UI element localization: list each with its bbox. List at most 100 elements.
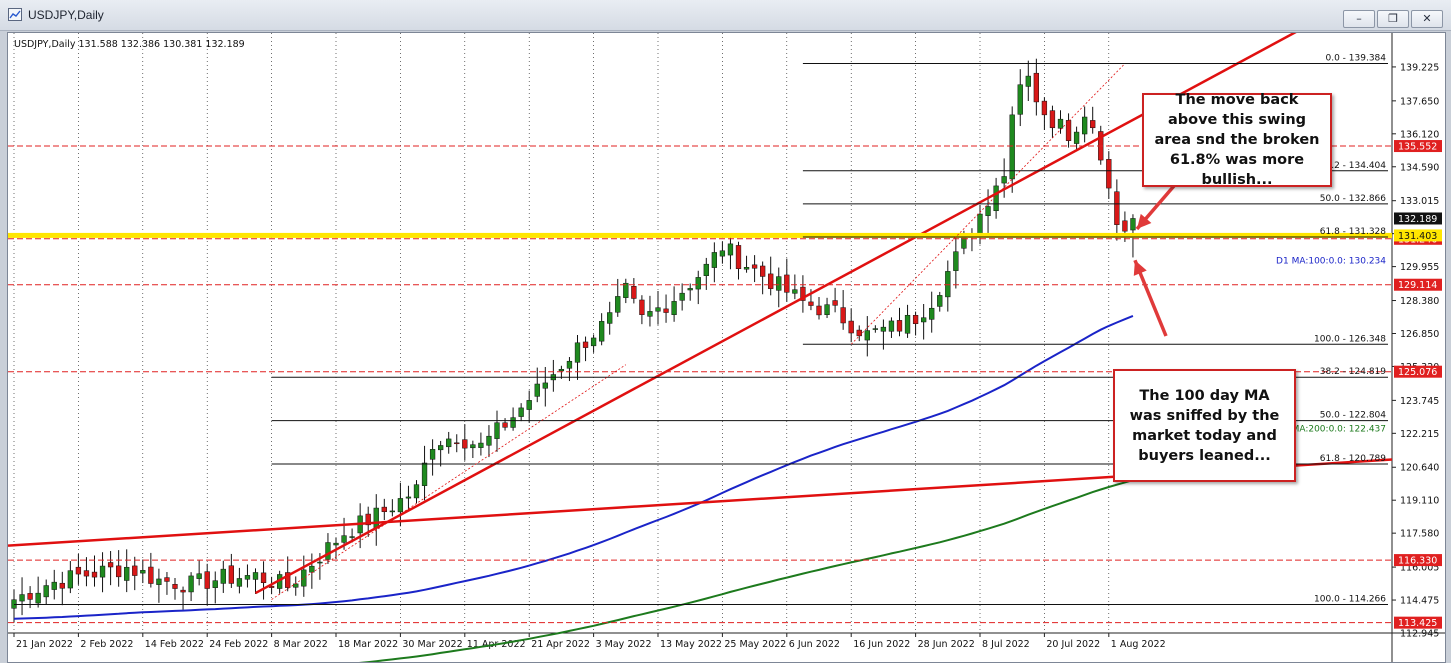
candle-body: [164, 577, 170, 582]
candle-body: [929, 307, 935, 320]
x-tick-label: 6 Jun 2022: [789, 639, 840, 650]
x-tick-label: 8 Jul 2022: [982, 639, 1030, 650]
price-label: 125.076: [1398, 367, 1437, 378]
candle-body: [220, 568, 226, 584]
candle-body: [1082, 116, 1088, 135]
x-tick-label: 25 May 2022: [724, 639, 786, 650]
x-tick-label: 21 Apr 2022: [531, 639, 590, 650]
price-label: 135.552: [1398, 142, 1437, 153]
candle-body: [623, 282, 629, 298]
price-label: 116.330: [1398, 556, 1437, 567]
candle-body: [470, 444, 476, 449]
y-tick-label: 136.120: [1400, 129, 1439, 140]
candle-body: [671, 301, 677, 315]
restore-button[interactable]: ❐: [1377, 10, 1409, 28]
candle-body: [204, 571, 210, 589]
candle-body: [727, 243, 734, 256]
candle-body: [1025, 75, 1031, 87]
ma200-line: [359, 479, 1134, 662]
chart-area[interactable]: 21 Jan 2022 2 Feb 2022 14 Feb 2022 24 Feb 2…: [7, 32, 1446, 663]
close-button[interactable]: ✕: [1411, 10, 1443, 28]
y-tick-label: 137.650: [1400, 96, 1439, 107]
candle-body: [526, 400, 532, 410]
x-tick-label: 18 Mar 2022: [338, 639, 398, 650]
candle-body: [921, 317, 927, 323]
y-tick-label: 139.225: [1400, 62, 1439, 73]
minimize-button[interactable]: –: [1343, 10, 1375, 28]
candle-body: [260, 572, 267, 584]
candle-body: [719, 250, 726, 257]
candle-body: [421, 462, 428, 486]
x-tick-label: 13 May 2022: [660, 639, 722, 650]
y-tick-label: 128.380: [1400, 296, 1439, 307]
candle-body: [252, 572, 259, 580]
candle-body: [1130, 218, 1136, 231]
candle-body: [985, 206, 991, 216]
candle-body: [792, 289, 798, 294]
x-tick-label: 28 Jun 2022: [918, 639, 975, 650]
candle-body: [542, 382, 548, 389]
candle-body: [816, 305, 822, 316]
candle-body: [446, 438, 452, 448]
candle-body: [502, 422, 508, 428]
candle-body: [172, 584, 178, 589]
candle-body: [993, 185, 999, 212]
candle-body: [751, 264, 758, 269]
candle-body: [695, 277, 701, 290]
fibo-level-label: 61.8 - 120.789: [1320, 454, 1386, 464]
fibo-level-label: 100.0 - 114.266: [1314, 595, 1386, 605]
candle-body: [389, 510, 396, 513]
fibo-level-label: 38.2 - 124.819: [1320, 367, 1386, 377]
candle-body: [735, 245, 742, 269]
candle-body: [11, 599, 17, 609]
candle-body: [83, 570, 90, 577]
x-tick-label: 20 Jul 2022: [1046, 639, 1100, 650]
price-label: 129.114: [1398, 280, 1437, 291]
x-tick-label: 30 Mar 2022: [402, 639, 462, 650]
candle-body: [349, 536, 355, 538]
x-tick-label: 21 Jan 2022: [16, 639, 73, 650]
candle-body: [1049, 110, 1056, 129]
candle-body: [639, 299, 645, 315]
candle-body: [429, 449, 436, 460]
candle-body: [188, 575, 194, 593]
candle-body: [107, 562, 114, 568]
fibo-level-label: 100.0 - 126.348: [1314, 334, 1386, 344]
candle-body: [510, 417, 516, 428]
candle-body: [180, 589, 186, 593]
candle-body: [75, 566, 82, 575]
candle-body: [116, 565, 122, 578]
candle-body: [904, 314, 911, 334]
annotation-callout-bottom: The 100 day MA was sniffed by the market…: [1113, 369, 1296, 482]
candle-body: [494, 422, 500, 439]
candle-body: [438, 445, 444, 451]
candle-body: [317, 561, 323, 564]
candle-body: [1001, 176, 1007, 184]
candle-body: [880, 326, 887, 332]
candle-body: [784, 274, 790, 293]
candle-body: [768, 273, 774, 289]
candle-body: [1033, 72, 1039, 103]
candle-body: [888, 320, 895, 332]
x-tick-label: 8 Mar 2022: [274, 639, 328, 650]
window-title: USDJPY,Daily: [28, 8, 104, 22]
candle-body: [478, 442, 484, 448]
terminal-window: USDJPY,Daily – ❐ ✕ 21 Jan 2022 2 Feb 2022…: [0, 0, 1451, 663]
candle-body: [59, 582, 65, 589]
candle-body: [808, 301, 814, 306]
candle-body: [462, 439, 468, 449]
candle-body: [599, 321, 605, 342]
candle-body: [196, 573, 202, 579]
x-tick-label: 16 Jun 2022: [853, 639, 910, 650]
candle-body: [51, 581, 57, 590]
candle-body: [27, 593, 33, 600]
candle-body: [1106, 159, 1112, 189]
ma100-line: [13, 314, 1134, 620]
candle-body: [518, 407, 524, 417]
candle-body: [896, 320, 903, 332]
fibo-level-label: 0.0 - 139.384: [1326, 54, 1387, 64]
candle-body: [558, 369, 565, 372]
annotation-callout-top: The move back above this swing area snd …: [1142, 92, 1332, 188]
x-tick-label: 3 May 2022: [596, 639, 652, 650]
y-tick-label: 126.850: [1400, 329, 1439, 340]
